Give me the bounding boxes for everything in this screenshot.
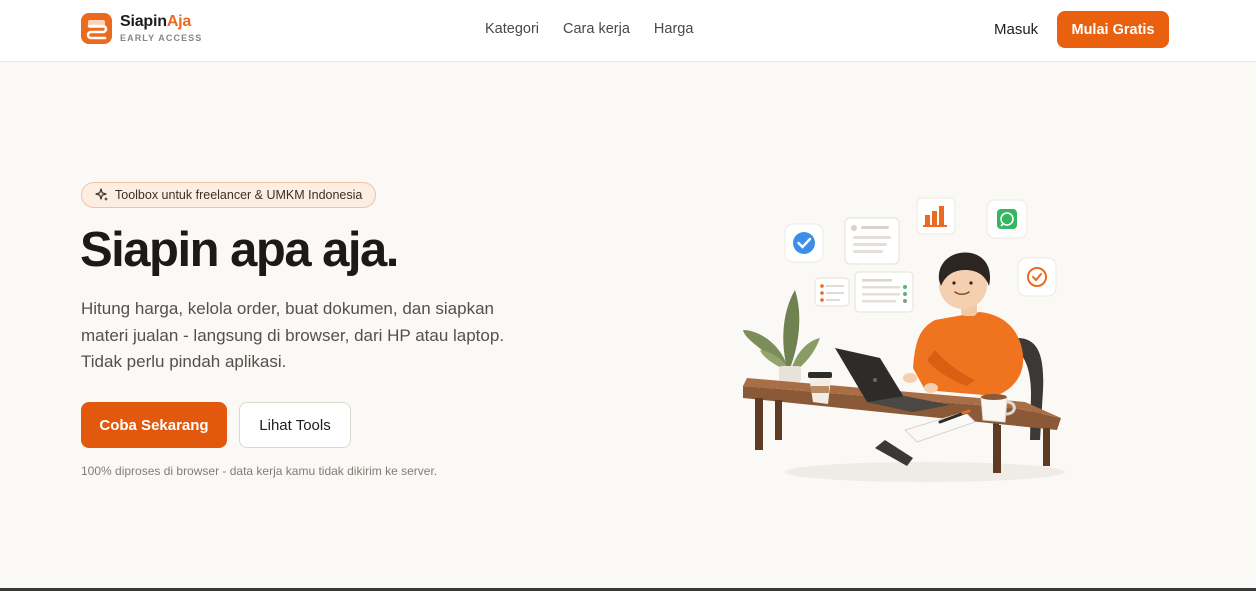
nav-item-cara-kerja[interactable]: Cara kerja xyxy=(563,21,630,37)
nav-item-harga[interactable]: Harga xyxy=(654,21,694,37)
hero-title: Siapin apa aja. xyxy=(80,223,399,277)
see-tools-button[interactable]: Lihat Tools xyxy=(239,402,351,448)
nav-item-kategori[interactable]: Kategori xyxy=(485,21,539,37)
brand-name: SiapinAja xyxy=(120,13,192,30)
list-icon xyxy=(814,271,914,313)
privacy-note: 100% diproses di browser - data kerja ka… xyxy=(81,464,438,478)
login-link[interactable]: Masuk xyxy=(994,21,1038,38)
sparkle-icon xyxy=(95,188,108,201)
main-nav: Kategori Cara kerja Harga xyxy=(485,21,693,37)
try-now-button[interactable]: Coba Sekarang xyxy=(81,402,227,448)
logo-icon xyxy=(81,13,112,44)
bar-chart-icon xyxy=(916,197,956,235)
brand-logo[interactable]: SiapinAja EARLY ACCESS xyxy=(81,13,202,44)
document-icon xyxy=(844,217,900,265)
hero-illustration xyxy=(735,190,1070,490)
badge-text: Toolbox untuk freelancer & UMKM Indonesi… xyxy=(115,188,363,202)
start-free-button[interactable]: Mulai Gratis xyxy=(1057,11,1169,48)
hero-badge: Toolbox untuk freelancer & UMKM Indonesi… xyxy=(81,182,376,208)
top-navbar: SiapinAja EARLY ACCESS Kategori Cara ker… xyxy=(0,0,1256,62)
hero-description: Hitung harga, kelola order, buat dokumen… xyxy=(81,299,505,371)
brand-tag: EARLY ACCESS xyxy=(120,33,203,43)
whatsapp-icon xyxy=(986,199,1028,239)
check-icon xyxy=(784,223,824,263)
plant xyxy=(743,290,820,382)
task-check-icon xyxy=(1017,257,1057,297)
